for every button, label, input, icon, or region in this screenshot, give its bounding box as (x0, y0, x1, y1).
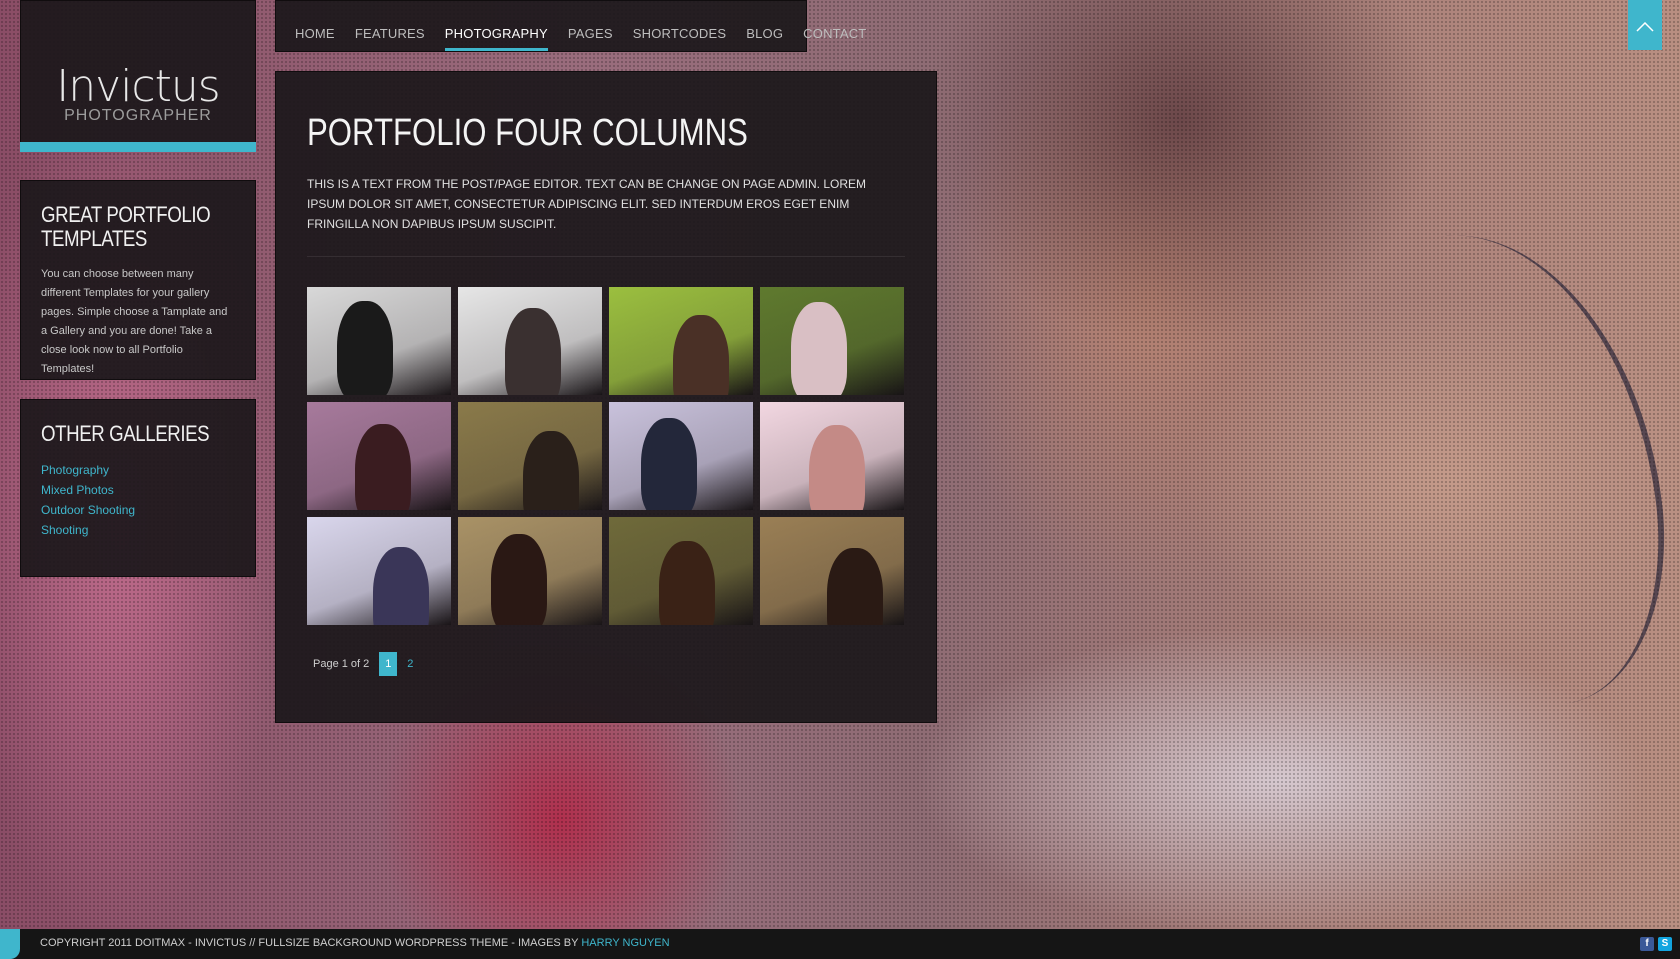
portfolio-thumbnail[interactable] (458, 402, 602, 510)
thumbnail-figure (373, 547, 429, 625)
nav-item-photography[interactable]: PHOTOGRAPHY (444, 1, 548, 51)
footer-copyright: COPYRIGHT 2011 DOITMAX - INVICTUS // FUL… (40, 937, 670, 949)
sidebar-widget-portfolio-templates: GREAT PORTFOLIO TEMPLATES You can choose… (20, 180, 256, 380)
footer-accent (0, 929, 20, 959)
nav-item-label: BLOG (746, 26, 784, 41)
logo-title: Invictus (56, 61, 220, 112)
thumbnail-figure (791, 302, 847, 395)
widget-title: OTHER GALLERIES (41, 421, 210, 446)
footer-credit-link[interactable]: HARRY NGUYEN (581, 937, 669, 949)
portfolio-thumbnail[interactable] (307, 517, 451, 625)
page-link-1[interactable]: 1 (379, 652, 398, 676)
nav-item-contact[interactable]: CONTACT (803, 1, 866, 51)
thumbnail-figure (641, 418, 697, 510)
nav-item-label: FEATURES (354, 26, 425, 41)
page-title: PORTFOLIO FOUR COLUMNS (307, 112, 748, 154)
nav-item-label: CONTACT (803, 26, 867, 41)
thumbnail-figure (505, 308, 561, 395)
social-links: f S (1640, 937, 1672, 951)
thumbnail-figure (673, 315, 729, 395)
divider (307, 256, 905, 257)
logo-accent-bar (20, 142, 256, 152)
nav-item-features[interactable]: FEATURES (355, 1, 425, 51)
nav-item-shortcodes[interactable]: SHORTCODES (633, 1, 727, 51)
skype-icon[interactable]: S (1658, 937, 1672, 951)
thumbnail-figure (827, 548, 883, 625)
nav-item-home[interactable]: HOME (295, 1, 335, 51)
gallery-link-shooting[interactable]: Shooting (41, 520, 235, 540)
gallery-link-outdoor-shooting[interactable]: Outdoor Shooting (41, 500, 235, 520)
portfolio-thumbnail[interactable] (760, 402, 904, 510)
portfolio-thumbnail[interactable] (760, 287, 904, 395)
scroll-top-button[interactable] (1628, 0, 1662, 50)
portfolio-thumbnail[interactable] (458, 517, 602, 625)
main-navigation: HOME FEATURES PHOTOGRAPHY PAGES SHORTCOD… (275, 0, 866, 52)
page-intro: THIS IS A TEXT FROM THE POST/PAGE EDITOR… (307, 177, 867, 231)
facebook-icon[interactable]: f (1640, 937, 1654, 951)
pagination: Page 1 of 2 1 2 (307, 652, 419, 676)
thumbnail-figure (491, 534, 547, 625)
footer-text: COPYRIGHT 2011 DOITMAX - INVICTUS // FUL… (40, 937, 579, 949)
portfolio-thumbnail[interactable] (609, 402, 753, 510)
thumbnail-figure (355, 424, 411, 510)
portfolio-thumbnail[interactable] (307, 402, 451, 510)
logo[interactable]: Invictus PHOTOGRAPHER (20, 0, 256, 152)
chevron-up-icon (1636, 22, 1654, 32)
portfolio-grid (307, 287, 905, 625)
footer: COPYRIGHT 2011 DOITMAX - INVICTUS // FUL… (0, 929, 1680, 959)
widget-title: GREAT PORTFOLIO TEMPLATES (41, 202, 211, 251)
portfolio-thumbnail[interactable] (609, 517, 753, 625)
main-content: PORTFOLIO FOUR COLUMNS THIS IS A TEXT FR… (275, 71, 937, 723)
thumbnail-figure (523, 431, 579, 510)
widget-text: You can choose between many different Te… (41, 268, 228, 375)
page-link-2[interactable]: 2 (401, 652, 419, 676)
portfolio-thumbnail[interactable] (609, 287, 753, 395)
nav-item-label: HOME (295, 26, 335, 41)
thumbnail-figure (659, 541, 715, 625)
nav-item-pages[interactable]: PAGES (568, 1, 613, 51)
portfolio-thumbnail[interactable] (458, 287, 602, 395)
nav-item-label: PHOTOGRAPHY (444, 26, 548, 41)
gallery-link-photography[interactable]: Photography (41, 460, 235, 480)
sidebar-widget-other-galleries: OTHER GALLERIES Photography Mixed Photos… (20, 399, 256, 577)
nav-item-label: PAGES (567, 26, 613, 41)
thumbnail-figure (809, 425, 865, 510)
thumbnail-figure (337, 301, 393, 395)
nav-item-label: SHORTCODES (632, 26, 727, 41)
portfolio-thumbnail[interactable] (307, 287, 451, 395)
portfolio-thumbnail[interactable] (760, 517, 904, 625)
gallery-link-mixed-photos[interactable]: Mixed Photos (41, 480, 235, 500)
pagination-info: Page 1 of 2 (313, 658, 370, 670)
nav-item-blog[interactable]: BLOG (746, 1, 783, 51)
